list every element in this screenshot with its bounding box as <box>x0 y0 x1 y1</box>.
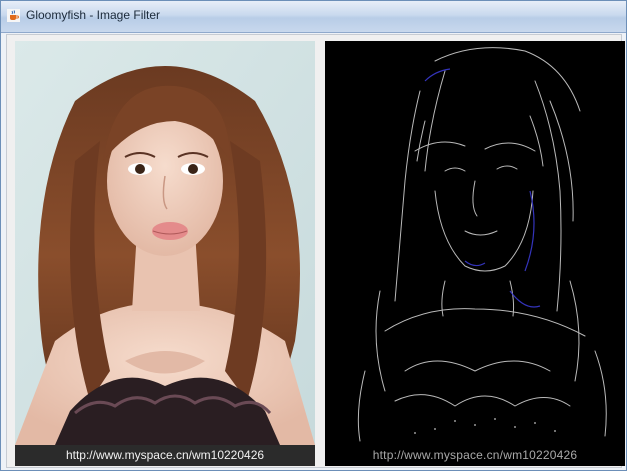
filtered-caption: http://www.myspace.cn/wm10220426 <box>325 445 625 466</box>
original-photo <box>15 41 315 445</box>
image-filter-area: http://www.myspace.cn/wm10220426 http://… <box>6 34 625 468</box>
original-caption: http://www.myspace.cn/wm10220426 <box>15 445 315 466</box>
app-window: Gloomyfish - Image Filter http://www.mys… <box>0 0 627 471</box>
edge-detected-photo <box>325 41 625 445</box>
title-bar[interactable]: Gloomyfish - Image Filter <box>1 1 626 33</box>
java-cup-icon <box>7 9 20 22</box>
original-image-panel: http://www.myspace.cn/wm10220426 <box>15 41 315 466</box>
filtered-image-panel: http://www.myspace.cn/wm10220426 <box>325 41 625 466</box>
window-title: Gloomyfish - Image Filter <box>26 8 161 22</box>
